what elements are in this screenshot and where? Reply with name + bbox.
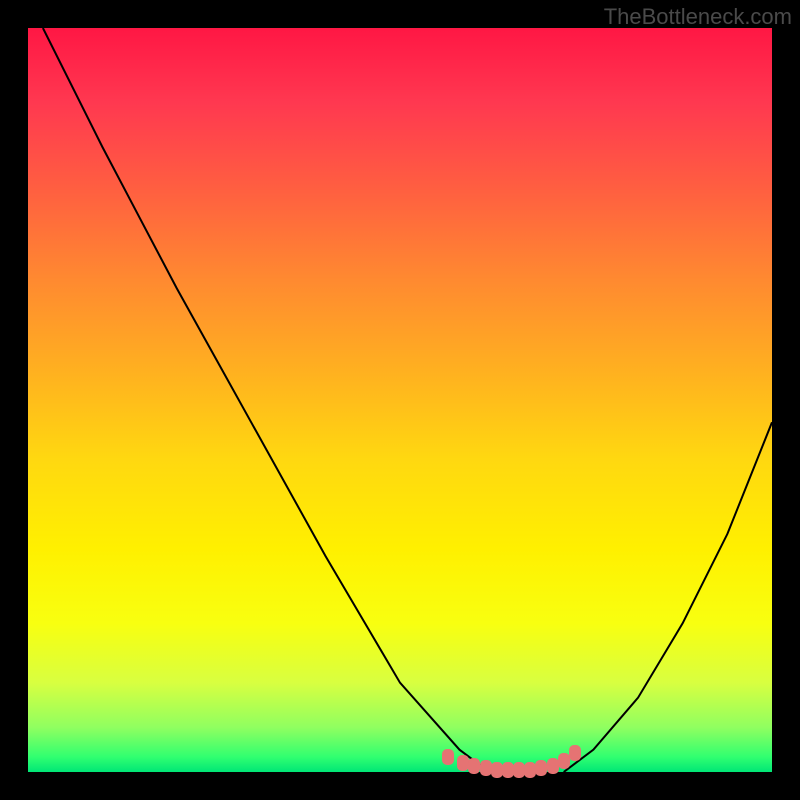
chart-container: TheBottleneck.com xyxy=(0,0,800,800)
curve-right xyxy=(564,422,772,772)
watermark-text: TheBottleneck.com xyxy=(604,4,792,30)
curve-left xyxy=(43,28,489,772)
curve-layer xyxy=(28,28,772,772)
plot-area xyxy=(28,28,772,772)
